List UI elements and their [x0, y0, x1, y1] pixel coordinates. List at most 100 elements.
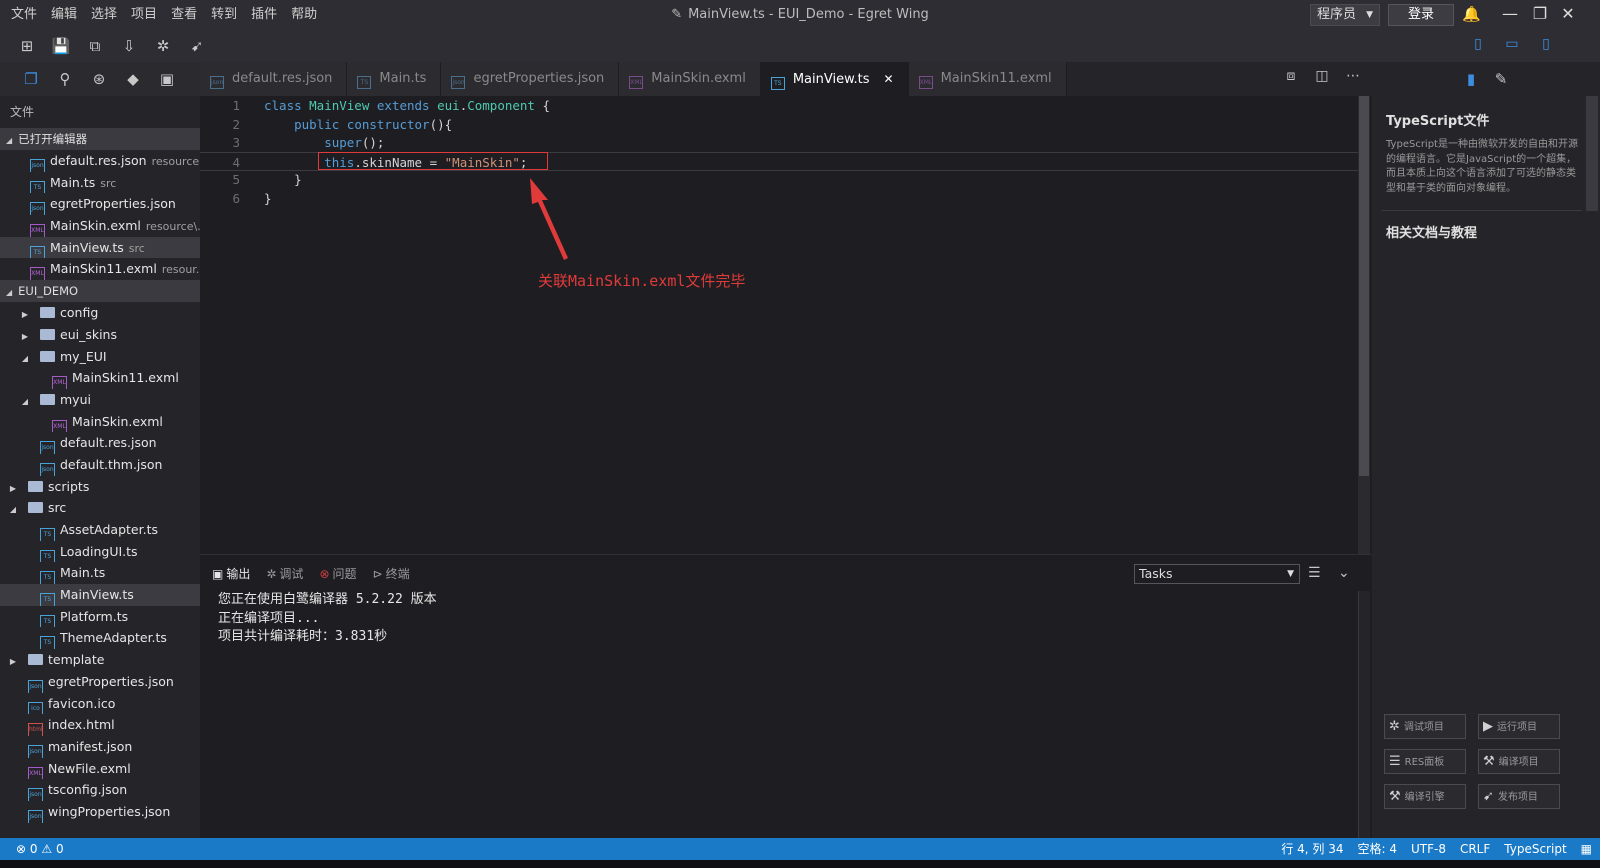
res-panel-button[interactable]: ☰ RES面板	[1384, 749, 1466, 774]
expand-arrow-icon[interactable]: ▶	[8, 478, 18, 498]
editor-scroll-thumb[interactable]	[1359, 96, 1369, 476]
publish-project-button[interactable]: ➹ 发布项目	[1478, 784, 1560, 809]
editor-tab[interactable]: json egretProperties.json	[441, 62, 620, 96]
build-engine-button[interactable]: ⚒ 编译引擎	[1384, 784, 1466, 809]
tree-folder[interactable]: ▶ eui_skins	[0, 324, 200, 346]
minimize-icon[interactable]: —	[1498, 2, 1522, 26]
role-select[interactable]: 程序员 ▼	[1310, 4, 1380, 26]
collapse-panel-icon[interactable]: ⌄	[1338, 565, 1350, 581]
menu-item[interactable]: 编辑	[44, 0, 84, 30]
tree-folder[interactable]: ◢ src	[0, 497, 200, 519]
tree-file[interactable]: json default.thm.json	[0, 454, 200, 476]
open-editor-item[interactable]: json default.res.json resource	[0, 150, 200, 172]
right-panel-scrollbar[interactable]	[1586, 96, 1598, 211]
tree-folder[interactable]: ▶ template	[0, 649, 200, 671]
debug-bug-icon[interactable]: ✲	[150, 33, 176, 59]
tree-file[interactable]: json manifest.json	[0, 736, 200, 758]
project-header[interactable]: ◢ EUI_DEMO	[0, 280, 200, 303]
expand-arrow-icon[interactable]: ▶	[20, 326, 30, 346]
tree-file[interactable]: TS MainView.ts	[0, 584, 200, 606]
menu-item[interactable]: 项目	[124, 0, 164, 30]
tree-file[interactable]: json egretProperties.json	[0, 671, 200, 693]
menu-item[interactable]: 帮助	[284, 0, 324, 30]
explorer-icon[interactable]: ❐	[20, 70, 42, 88]
run-project-button[interactable]: ▶ 运行项目	[1478, 714, 1560, 739]
tab-debug[interactable]: ✲ 调试	[266, 565, 303, 582]
tree-file[interactable]: ico favicon.ico	[0, 693, 200, 715]
tree-folder[interactable]: ◢ myui	[0, 389, 200, 411]
save-all-icon[interactable]: ⧉	[82, 33, 108, 59]
search-icon[interactable]: ⚲	[54, 70, 76, 88]
save-icon[interactable]: 💾	[48, 33, 74, 59]
tree-file[interactable]: XML MainSkin11.exml	[0, 367, 200, 389]
publish-rocket-icon[interactable]: ➹	[184, 33, 210, 59]
git-icon[interactable]: ◆	[122, 70, 144, 88]
encoding[interactable]: UTF-8	[1411, 838, 1446, 860]
expand-arrow-icon[interactable]: ▶	[20, 304, 30, 324]
tree-folder[interactable]: ▶ scripts	[0, 476, 200, 498]
tree-file[interactable]: json wingProperties.json	[0, 801, 200, 823]
expand-arrow-icon[interactable]: ▶	[8, 651, 18, 671]
tree-file[interactable]: TS ThemeAdapter.ts	[0, 627, 200, 650]
tree-folder[interactable]: ◢ my_EUI	[0, 346, 200, 368]
open-editor-item[interactable]: TS MainView.ts src	[0, 236, 200, 259]
open-editor-item[interactable]: XML MainSkin.exml resource\...	[0, 215, 200, 237]
collapse-arrow-icon[interactable]: ◢	[20, 348, 30, 368]
close-window-icon[interactable]: ✕	[1556, 2, 1580, 26]
tree-file[interactable]: XML MainSkin.exml	[0, 411, 200, 433]
feather-icon[interactable]: ✎	[1486, 70, 1516, 88]
menu-item[interactable]: 转到	[204, 0, 244, 30]
problems-summary[interactable]: ⊗ 0 ⚠ 0	[16, 838, 64, 860]
editor-scrollbar[interactable]	[1358, 96, 1370, 554]
tree-file[interactable]: TS LoadingUI.ts	[0, 541, 200, 563]
resource-icon[interactable]: ▣	[156, 70, 178, 88]
toggle-bottom-panel-icon[interactable]: ▭	[1502, 36, 1522, 54]
close-tab-icon[interactable]: ✕	[884, 72, 894, 86]
menu-item[interactable]: 插件	[244, 0, 284, 30]
more-actions-icon[interactable]: ⋯	[1342, 68, 1364, 84]
tree-file[interactable]: TS AssetAdapter.ts	[0, 519, 200, 541]
tasks-select[interactable]: Tasks ▼	[1134, 564, 1300, 584]
cursor-position[interactable]: 行 4, 列 34	[1281, 838, 1343, 860]
toggle-right-panel-icon[interactable]: ▯	[1536, 36, 1556, 54]
language-mode[interactable]: TypeScript	[1504, 838, 1566, 860]
bell-icon[interactable]: 🔔	[1462, 5, 1481, 23]
menu-item[interactable]: 查看	[164, 0, 204, 30]
open-editor-item[interactable]: XML MainSkin11.exml resour...	[0, 258, 200, 281]
tab-problems[interactable]: ⊗ 问题	[319, 565, 356, 582]
new-project-icon[interactable]: ⊞	[14, 33, 40, 59]
clear-output-icon[interactable]: ☰	[1308, 565, 1321, 581]
line-ending[interactable]: CRLF	[1460, 838, 1490, 860]
editor-tab[interactable]: XML MainSkin11.exml	[908, 62, 1067, 96]
tree-file[interactable]: XML NewFile.exml	[0, 758, 200, 780]
docs-book-icon[interactable]: ▮	[1456, 70, 1486, 88]
editor-tab[interactable]: json default.res.json	[200, 62, 348, 96]
login-button[interactable]: 登录	[1388, 4, 1454, 26]
feedback-icon[interactable]: ▦	[1581, 838, 1592, 860]
collapse-arrow-icon[interactable]: ◢	[8, 499, 18, 519]
import-icon[interactable]: ⇩	[116, 33, 142, 59]
editor-tab[interactable]: TS MainView.ts ✕	[760, 62, 909, 96]
open-editors-header[interactable]: ◢ 已打开编辑器	[0, 128, 200, 150]
tree-file[interactable]: json tsconfig.json	[0, 779, 200, 801]
tab-output[interactable]: ▣ 输出	[212, 565, 250, 582]
tree-file[interactable]: html index.html	[0, 714, 200, 736]
open-editor-item[interactable]: json egretProperties.json	[0, 193, 200, 216]
open-preview-icon[interactable]: ⧈	[1280, 68, 1302, 84]
tree-folder[interactable]: ▶ config	[0, 302, 200, 324]
open-editor-item[interactable]: TS Main.ts src	[0, 172, 200, 194]
collapse-arrow-icon[interactable]: ◢	[20, 391, 30, 411]
split-editor-icon[interactable]: ◫	[1311, 68, 1333, 84]
editor-tab[interactable]: XML MainSkin.exml	[619, 62, 761, 96]
tree-file[interactable]: TS Main.ts	[0, 562, 200, 585]
toggle-left-panel-icon[interactable]: ▯	[1468, 36, 1488, 54]
menu-item[interactable]: 文件	[4, 0, 44, 30]
indentation[interactable]: 空格: 4	[1357, 838, 1397, 860]
tree-file[interactable]: TS Platform.ts	[0, 606, 200, 628]
debug-project-button[interactable]: ✲ 调试项目	[1384, 714, 1466, 739]
extensions-icon[interactable]: ⊛	[88, 70, 110, 88]
tree-file[interactable]: json default.res.json	[0, 432, 200, 454]
panel-scrollbar[interactable]	[1358, 591, 1370, 839]
editor-tab[interactable]: TS Main.ts	[347, 62, 442, 96]
restore-icon[interactable]: ❐	[1528, 2, 1552, 26]
